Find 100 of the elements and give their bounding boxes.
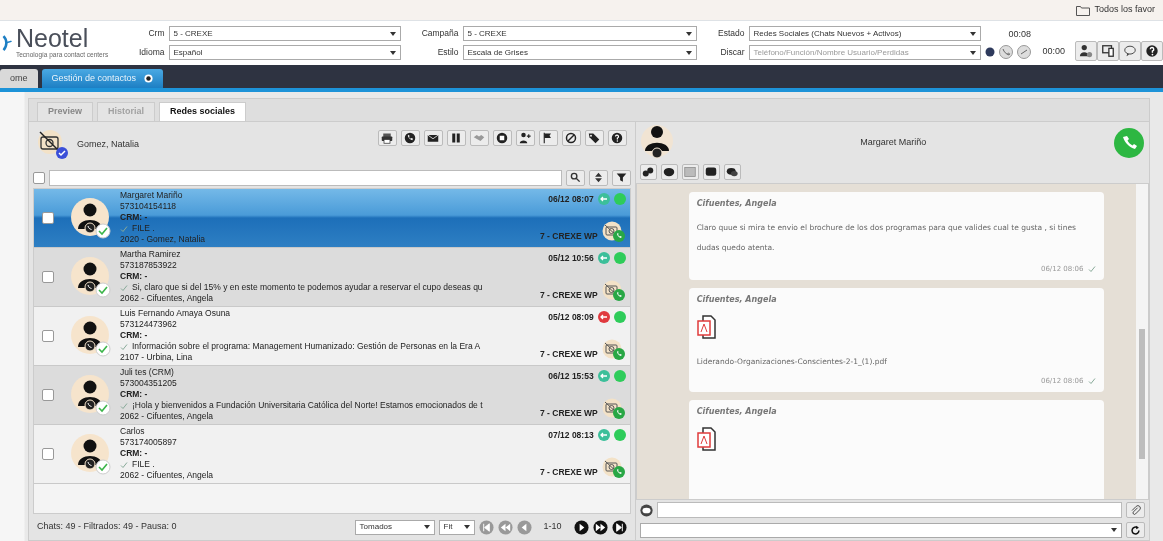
printer-icon xyxy=(381,131,394,144)
nav-button[interactable] xyxy=(573,519,589,535)
toolbar-button[interactable] xyxy=(607,129,627,146)
header-button[interactable] xyxy=(1097,41,1119,62)
header-button[interactable] xyxy=(1075,41,1097,62)
page-range: 1-10 xyxy=(542,520,563,534)
select-field[interactable]: Escala de Grises xyxy=(462,45,697,61)
phone-number: 573174005897 xyxy=(120,437,178,449)
nav-button[interactable] xyxy=(611,519,627,535)
agent-label: 2062 - Cifuentes, Angela xyxy=(120,411,215,423)
crm-label: CRM: - xyxy=(120,271,149,283)
field-label: Crm xyxy=(147,27,165,41)
contact-name: Juli tes (CRM) xyxy=(120,367,175,379)
chat-tool-button[interactable] xyxy=(660,164,678,181)
select-field[interactable]: 5 - CREXE xyxy=(168,26,401,42)
search-field[interactable] xyxy=(49,169,562,186)
last-page-icon xyxy=(611,519,627,535)
crm-label: CRM: - xyxy=(120,448,149,460)
toolbar-button[interactable] xyxy=(492,129,512,146)
message-input[interactable] xyxy=(656,502,1122,519)
checkbox[interactable] xyxy=(42,270,54,283)
search-button[interactable] xyxy=(588,169,608,186)
checkbox[interactable] xyxy=(42,329,54,342)
timer: 00:08 xyxy=(1008,27,1033,41)
view-tab[interactable]: Redes sociales xyxy=(159,102,247,121)
contact-name: Luis Fernando Amaya Osuna xyxy=(120,308,232,320)
link-icon xyxy=(642,166,655,179)
toolbar-button[interactable] xyxy=(423,129,443,146)
chat-row[interactable]: Luis Fernando Amaya Osuna 573124473962 CRM: - Información sobre el programa: Management Humanizado: Gestión de Personas en la Era A 2107 - Urbina, Lina 05/12 08:09 7 - CREXE WP xyxy=(34,306,630,366)
campaign-label: 7 - CREXE WP xyxy=(540,289,598,302)
app-tab[interactable]: ome xyxy=(0,68,38,89)
select-field[interactable]: 5 - CREXE xyxy=(462,26,697,42)
caret-icon xyxy=(389,31,396,36)
whatsapp-logo-icon xyxy=(1113,127,1145,160)
last-message: FILE . xyxy=(132,459,155,471)
check-icon xyxy=(120,460,128,469)
toolbar-button[interactable] xyxy=(400,129,420,146)
online-dot-icon xyxy=(613,429,626,442)
last-message: Si, claro que si del 15% y en este momento te podemos ayudar a reservar el cupo deseas qu xyxy=(132,282,483,294)
last-message: FILE . xyxy=(132,223,155,235)
speech-bubble-icon xyxy=(1123,44,1137,59)
contact-name: Carlos xyxy=(120,426,146,438)
caret-icon xyxy=(1111,528,1117,533)
checkbox[interactable] xyxy=(42,388,54,401)
camera-whatsapp-icon xyxy=(601,338,626,361)
checkbox[interactable] xyxy=(33,171,45,184)
field-label: Idioma xyxy=(138,46,165,60)
chat-tool-button[interactable] xyxy=(723,164,741,181)
attach-button[interactable] xyxy=(1126,502,1145,519)
chat-time: 06/12 08:07 xyxy=(548,192,594,206)
chat-row[interactable]: Juli tes (CRM) 573004351205 CRM: - ¡Hola y bienvenidos a Fundación Universitaria Católica del Norte! Estamos emocionados de t 2062 - Cifuentes, Angela 06/12 15:53 7 - CREXE WP xyxy=(34,365,630,425)
checkbox[interactable] xyxy=(42,447,54,460)
scrollbar[interactable] xyxy=(1135,184,1148,499)
close-icon[interactable] xyxy=(144,74,154,84)
select-field[interactable]: Redes Sociales (Chats Nuevos + Activos) xyxy=(748,26,981,42)
header-button[interactable] xyxy=(1141,41,1163,62)
tag-icon xyxy=(588,131,601,144)
checkbox[interactable] xyxy=(42,211,54,224)
message-icon xyxy=(705,166,718,179)
agent-label: 2020 - Gomez, Natalia xyxy=(120,234,207,246)
phone-number: 573104154118 xyxy=(120,201,178,213)
nav-button[interactable] xyxy=(592,519,608,535)
person-avatar-icon xyxy=(70,196,112,239)
field-label: Discar xyxy=(719,46,745,60)
add-person-icon xyxy=(519,131,532,144)
toolbar-button[interactable] xyxy=(561,129,581,146)
refresh-button[interactable] xyxy=(1126,522,1145,539)
chat-row[interactable]: Carlos 573174005897 CRM: - FILE . 2062 - Cifuentes, Angela 07/12 08:13 7 - CREXE WP xyxy=(34,424,630,484)
toolbar-button[interactable] xyxy=(446,129,466,146)
message-author: Cifuentes, Angela xyxy=(696,406,778,419)
search-button[interactable] xyxy=(565,169,585,186)
ban-icon xyxy=(565,131,578,144)
camera-whatsapp-icon xyxy=(601,279,626,302)
status-select[interactable]: Tomados xyxy=(354,519,435,535)
campaign-label: 7 - CREXE WP xyxy=(540,466,598,479)
chat-tool-button[interactable] xyxy=(702,164,720,181)
toolbar-button[interactable] xyxy=(584,129,604,146)
chat-tool-button[interactable] xyxy=(639,164,657,181)
agent-label: 2107 - Urbina, Lina xyxy=(120,352,194,364)
help-icon xyxy=(611,131,624,144)
camera-whatsapp-icon xyxy=(601,456,626,479)
paperclip-icon xyxy=(1130,504,1141,516)
online-dot-icon xyxy=(613,311,626,324)
fast-forward-icon xyxy=(592,519,608,535)
toolbar-button[interactable] xyxy=(377,129,397,146)
toolbar-button[interactable] xyxy=(515,129,535,146)
chat-time: 07/12 08:13 xyxy=(548,428,594,442)
person-avatar-icon xyxy=(70,255,112,298)
chat-row[interactable]: Martha Ramirez 573187853922 CRM: - Si, claro que si del 15% y en este momento te podemos ayudar a reservar el cupo deseas qu 2062 - Cifuentes, Angela 05/12 10:56 7 - CREXE WP xyxy=(34,247,630,307)
caret-icon xyxy=(685,50,692,55)
check-icon xyxy=(1087,377,1096,386)
chat-time: 05/12 08:09 xyxy=(548,310,594,324)
select-field[interactable]: Español xyxy=(168,45,401,61)
phone-number: 573187853922 xyxy=(120,260,178,272)
zoom-select[interactable]: Fit xyxy=(438,519,475,535)
check-icon xyxy=(1087,265,1096,274)
search-button[interactable] xyxy=(611,169,631,186)
toolbar-button[interactable] xyxy=(538,129,558,146)
chat-row[interactable]: Margaret Mariño 573104154118 CRM: - FILE . 2020 - Gomez, Natalia 06/12 08:07 7 - CREXE WP xyxy=(34,188,630,248)
phone-icon[interactable] xyxy=(998,45,1013,60)
